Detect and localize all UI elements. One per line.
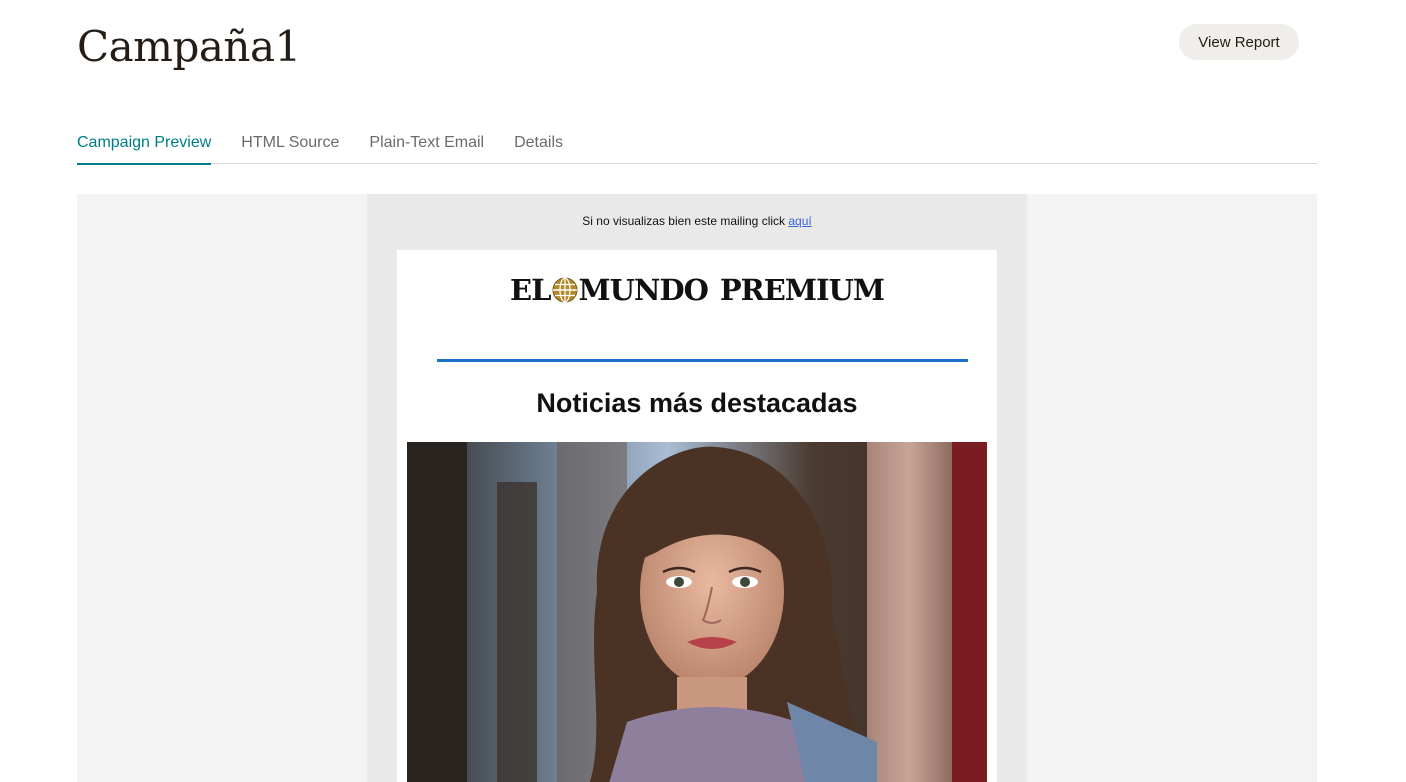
preheader: Si no visualizas bien este mailing click…	[367, 214, 1027, 228]
logo-text-el: EL	[510, 273, 551, 307]
preheader-link[interactable]: aquí	[788, 214, 811, 228]
email-frame: Si no visualizas bien este mailing click…	[367, 194, 1027, 782]
campaign-preview-pane[interactable]: Si no visualizas bien este mailing click…	[77, 194, 1317, 782]
tab-html-source[interactable]: HTML Source	[241, 128, 339, 164]
email-headline: Noticias más destacadas	[536, 388, 858, 418]
globe-icon	[552, 277, 578, 303]
email-body: EL MUNDO PREMIUM Noticias más destacadas	[397, 250, 997, 782]
tab-bar: Campaign Preview HTML Source Plain-Text …	[77, 128, 1317, 165]
logo-text-mundo: MUNDO	[578, 273, 709, 307]
tab-plain-text-email[interactable]: Plain-Text Email	[369, 128, 484, 164]
view-report-button[interactable]: View Report	[1179, 24, 1299, 60]
preheader-text: Si no visualizas bien este mailing click	[582, 214, 789, 228]
page-title: Campaña1	[77, 22, 301, 71]
tab-campaign-preview[interactable]: Campaign Preview	[77, 128, 212, 165]
blue-divider	[437, 359, 968, 362]
tab-details[interactable]: Details	[514, 128, 563, 164]
portrait-image	[407, 442, 987, 782]
portrait-photo[interactable]	[407, 442, 987, 782]
logo-text-premium: PREMIUM	[719, 273, 885, 307]
el-mundo-premium-logo: EL MUNDO PREMIUM	[397, 272, 997, 308]
